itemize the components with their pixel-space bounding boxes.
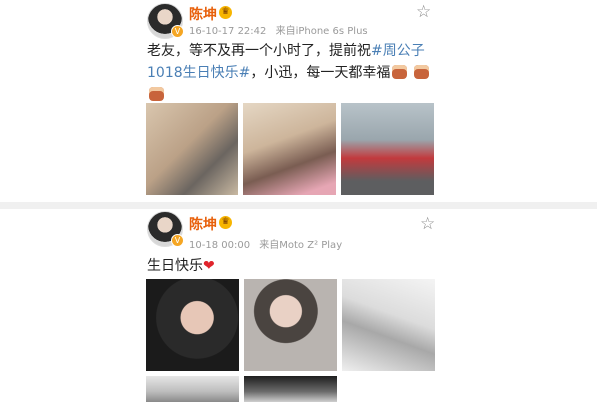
post-divider	[0, 202, 597, 209]
star-outline-icon[interactable]: ☆	[420, 214, 435, 234]
post-timestamp: 16-10-17 22:42	[189, 26, 267, 37]
post-meta: 10-18 00:00 来自Moto Z² Play	[189, 236, 342, 251]
post-photo[interactable]	[342, 279, 435, 371]
weibo-post: V 陈坤 ♛ 16-10-17 22:42 来自iPhone 6s Plus ☆…	[0, 0, 597, 206]
post-photo[interactable]	[244, 279, 337, 371]
weibo-post: V 陈坤 ♛ 10-18 00:00 来自Moto Z² Play ☆ 生日快乐…	[0, 209, 597, 402]
post-photo[interactable]	[146, 376, 239, 402]
post-text: 老友，等不及再一个小时了，提前祝#周公子1018生日快乐#，小迅，每一天都幸福	[147, 40, 439, 106]
heart-emoji: ❤	[203, 258, 215, 274]
author-name[interactable]: 陈坤	[189, 4, 217, 24]
post-source: 来自iPhone 6s Plus	[275, 26, 368, 37]
cake-emoji	[413, 65, 429, 79]
crown-icon: ♛	[219, 216, 232, 229]
post-source: 来自Moto Z² Play	[259, 240, 343, 251]
post-timestamp: 10-18 00:00	[189, 240, 251, 251]
verified-badge-icon: V	[171, 234, 184, 247]
post-photo[interactable]	[341, 103, 434, 195]
cake-emoji	[392, 65, 408, 79]
cake-emoji	[149, 87, 164, 101]
star-outline-icon[interactable]: ☆	[416, 2, 431, 22]
verified-badge-icon: V	[171, 25, 184, 38]
post-text-part: 生日快乐	[147, 258, 203, 274]
post-meta: 16-10-17 22:42 来自iPhone 6s Plus	[189, 22, 368, 37]
crown-icon: ♛	[219, 6, 232, 19]
post-photo[interactable]	[146, 279, 239, 371]
post-text-part: ，小迅，每一天都幸福	[250, 65, 391, 81]
post-text-part: 老友，等不及再一个小时了，提前祝	[147, 43, 371, 59]
post-photo[interactable]	[146, 103, 238, 195]
post-photo[interactable]	[244, 376, 337, 402]
author-name[interactable]: 陈坤	[189, 214, 217, 234]
post-photo[interactable]	[243, 103, 336, 195]
post-text: 生日快乐❤	[147, 255, 215, 277]
